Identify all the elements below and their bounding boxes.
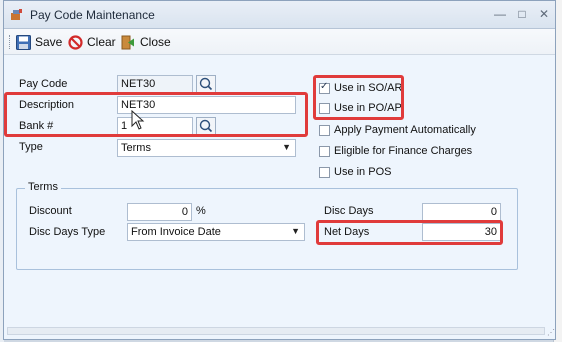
clear-button[interactable]: Clear bbox=[68, 33, 116, 51]
net-days-field[interactable]: 30 bbox=[422, 223, 501, 241]
horizontal-scrollbar[interactable] bbox=[7, 327, 545, 335]
app-icon bbox=[11, 9, 22, 20]
eligible-for-finance-charges-label: Eligible for Finance Charges bbox=[334, 145, 473, 157]
use-in-pos-checkbox[interactable] bbox=[319, 167, 330, 178]
save-button[interactable]: Save bbox=[16, 33, 62, 51]
use-in-so-ar-checkbox[interactable] bbox=[319, 81, 330, 94]
resize-grip-icon[interactable]: ⋰ bbox=[547, 329, 555, 337]
apply-payment-automatically-checkbox[interactable] bbox=[319, 125, 330, 136]
chevron-down-icon: ▼ bbox=[291, 226, 300, 236]
window-title: Pay Code Maintenance bbox=[30, 8, 155, 22]
use-in-po-ap-label: Use in PO/AP bbox=[334, 102, 402, 114]
apply-payment-automatically-label: Apply Payment Automatically bbox=[334, 124, 476, 136]
disc-days-field[interactable]: 0 bbox=[422, 203, 501, 221]
disc-days-type-label: Disc Days Type bbox=[29, 226, 106, 238]
discount-label: Discount bbox=[29, 205, 72, 217]
terms-group-title: Terms bbox=[25, 181, 61, 193]
discount-percent-label: % bbox=[196, 205, 206, 217]
clear-icon bbox=[68, 34, 83, 50]
close-window-button[interactable]: ✕ bbox=[536, 7, 552, 21]
type-select[interactable]: Terms ▼ bbox=[117, 139, 296, 157]
type-value: Terms bbox=[121, 142, 151, 154]
terms-group: Terms Discount 0 % Disc Days Type From I… bbox=[16, 181, 518, 270]
bank-number-field[interactable]: 1 bbox=[117, 117, 193, 135]
clear-label: Clear bbox=[87, 35, 116, 49]
form-area: Pay Code NET30 Description NET30 Bank # … bbox=[4, 55, 555, 339]
toolbar: Save Clear Close bbox=[4, 29, 555, 55]
toolbar-grip[interactable] bbox=[9, 35, 13, 49]
description-label: Description bbox=[19, 99, 75, 111]
mouse-cursor-icon bbox=[131, 110, 145, 130]
use-in-so-ar-label: Use in SO/AR bbox=[334, 82, 403, 94]
close-button[interactable]: Close bbox=[121, 33, 171, 51]
disc-days-type-value: From Invoice Date bbox=[131, 226, 221, 238]
type-label: Type bbox=[19, 141, 43, 153]
pay-code-label: Pay Code bbox=[19, 78, 68, 90]
search-icon bbox=[199, 119, 213, 133]
discount-field[interactable]: 0 bbox=[127, 203, 192, 221]
use-in-po-ap-checkbox[interactable] bbox=[319, 103, 330, 114]
save-icon bbox=[16, 34, 31, 50]
minimize-button[interactable]: — bbox=[492, 7, 508, 21]
pay-code-field[interactable]: NET30 bbox=[117, 75, 193, 93]
close-label: Close bbox=[140, 35, 171, 49]
bank-lookup-button[interactable] bbox=[196, 117, 216, 135]
disc-days-type-select[interactable]: From Invoice Date ▼ bbox=[127, 223, 305, 241]
chevron-down-icon: ▼ bbox=[282, 142, 291, 152]
pay-code-maintenance-window: Pay Code Maintenance — □ ✕ Save Clear Cl… bbox=[3, 0, 556, 340]
net-days-label: Net Days bbox=[324, 226, 370, 238]
close-door-icon bbox=[121, 35, 134, 49]
save-label: Save bbox=[35, 35, 63, 49]
eligible-for-finance-charges-checkbox[interactable] bbox=[319, 146, 330, 157]
search-icon bbox=[199, 77, 213, 91]
maximize-button[interactable]: □ bbox=[514, 7, 530, 21]
use-in-pos-label: Use in POS bbox=[334, 166, 392, 178]
bank-number-label: Bank # bbox=[19, 120, 54, 132]
title-bar[interactable]: Pay Code Maintenance — □ ✕ bbox=[4, 1, 555, 29]
disc-days-label: Disc Days bbox=[324, 205, 374, 217]
pay-code-lookup-button[interactable] bbox=[196, 75, 216, 93]
